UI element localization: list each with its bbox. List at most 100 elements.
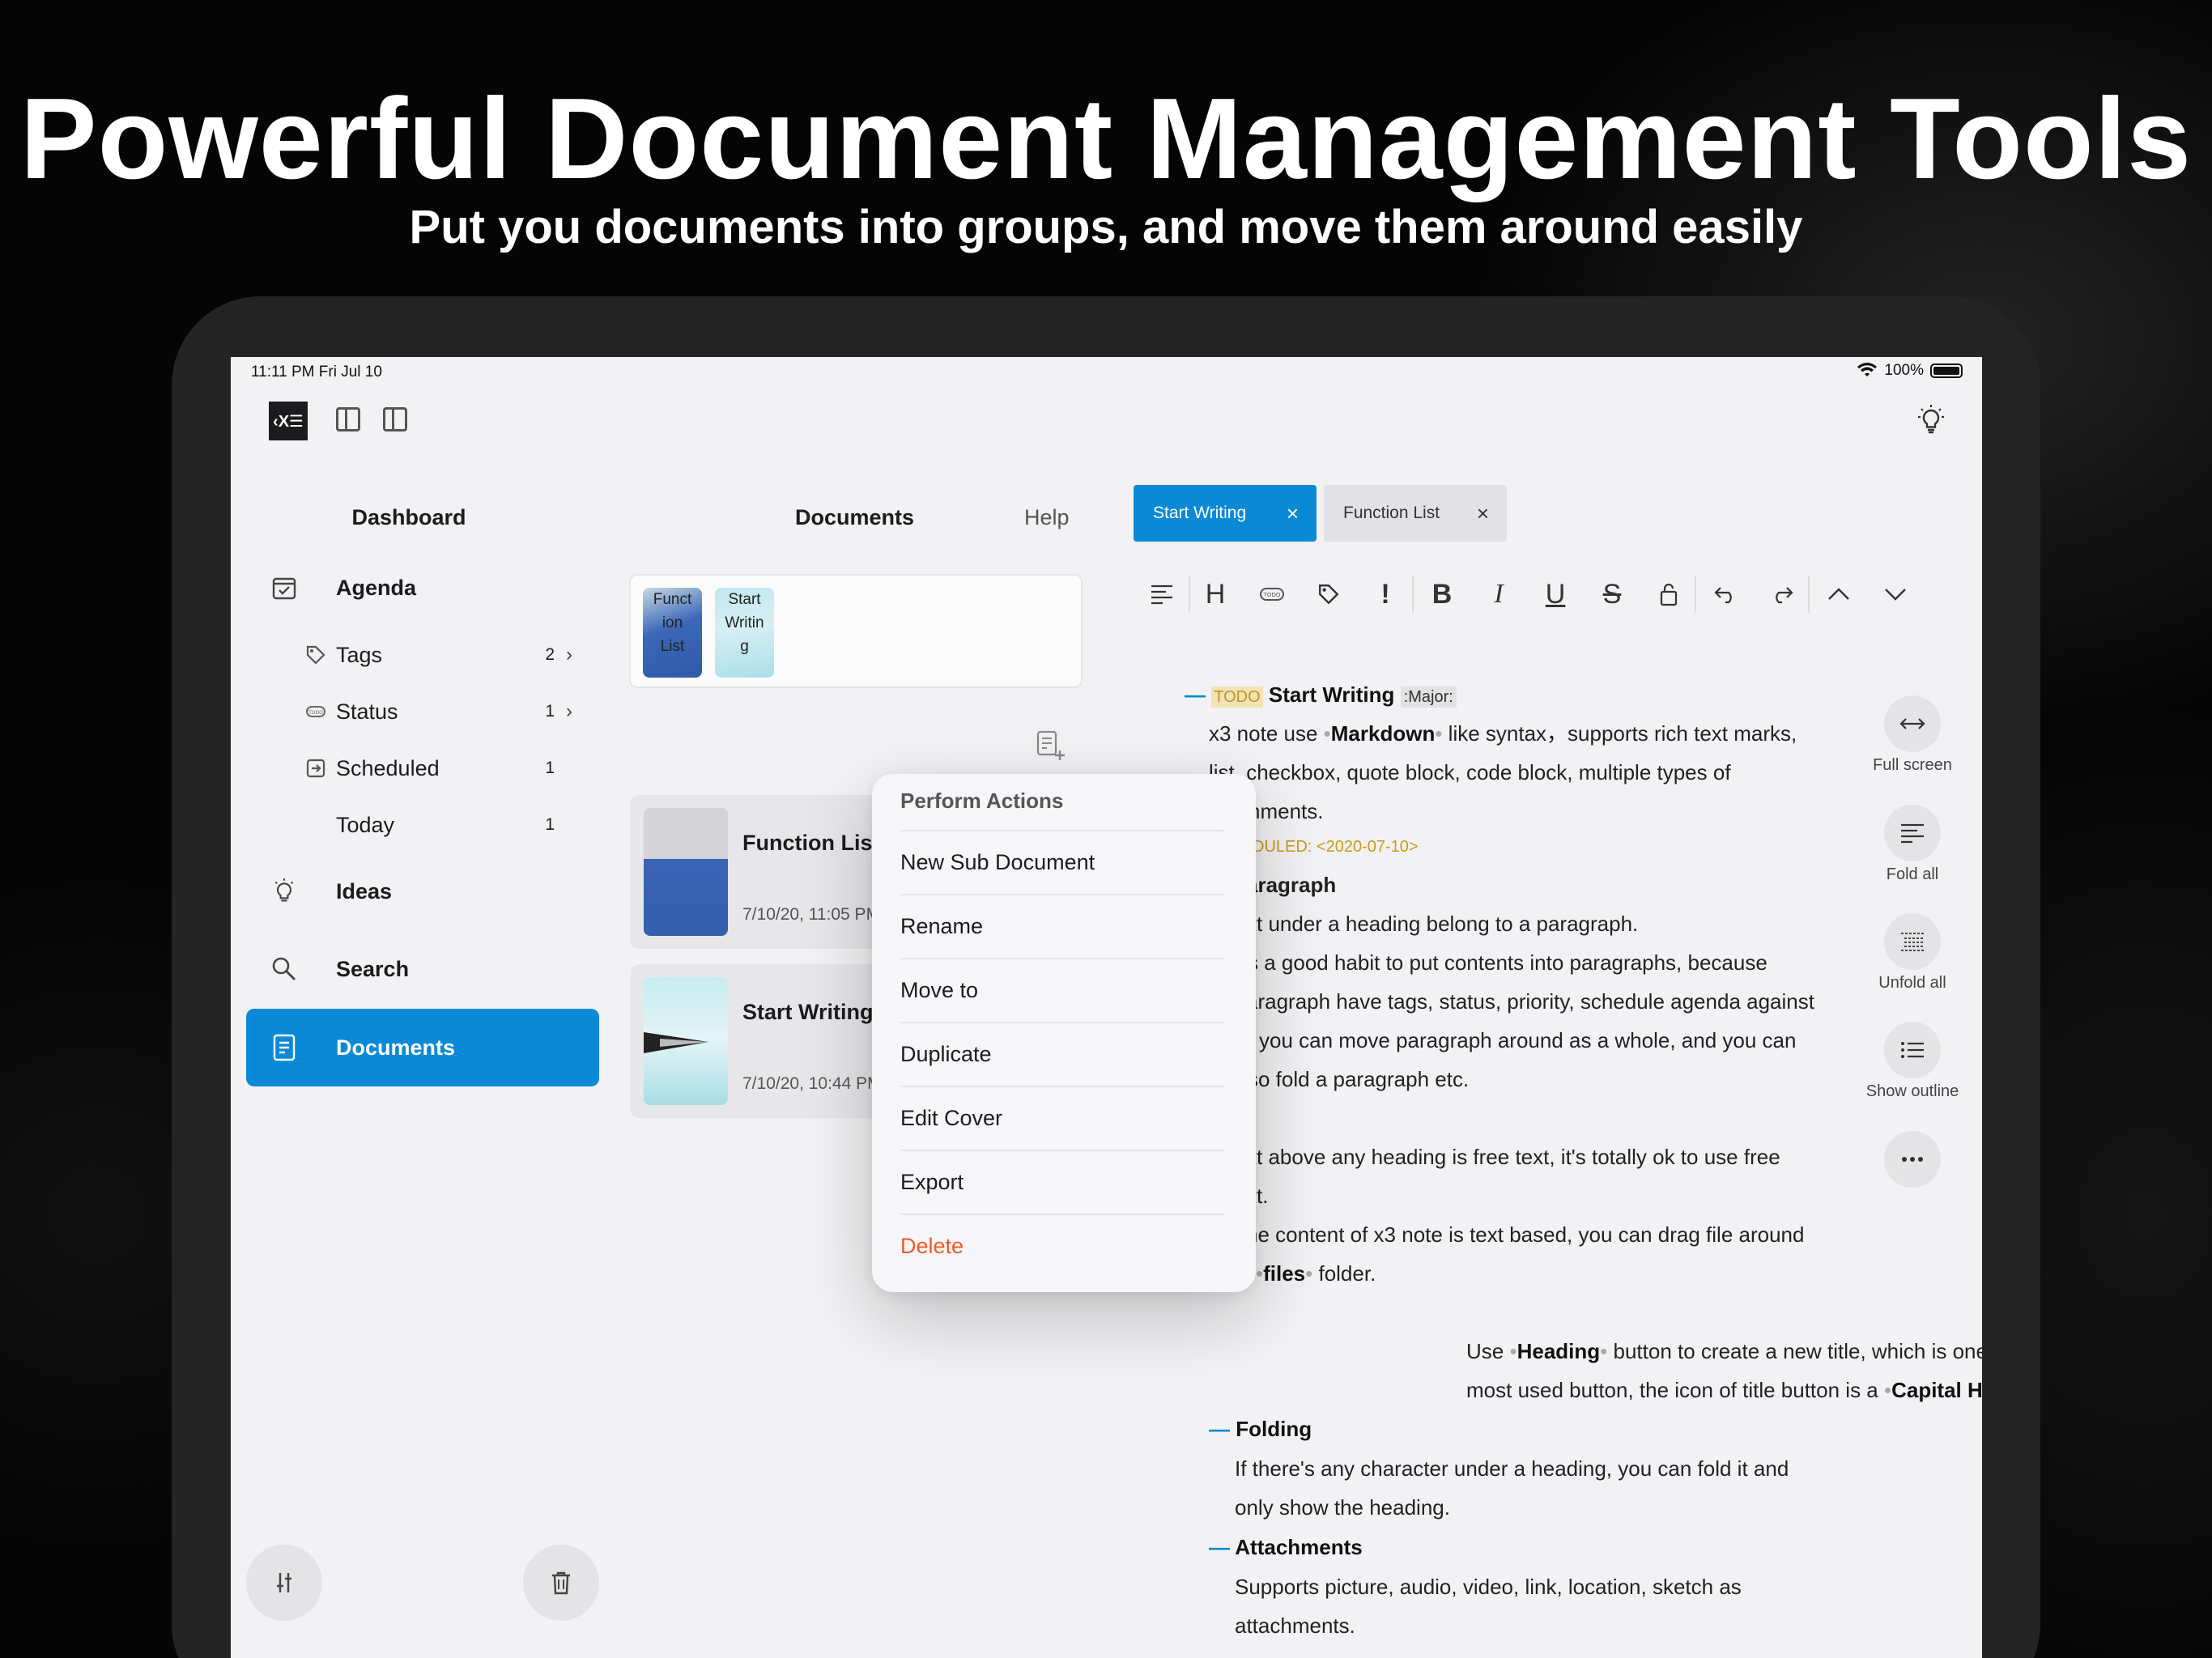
document-icon <box>270 1033 299 1062</box>
app-screen: 11:11 PM Fri Jul 10 100% ‹X☰ Dashboard A… <box>231 357 1982 1658</box>
sidebar-item-search[interactable]: Search <box>255 945 603 993</box>
bold-text: Capital H <box>1891 1378 1982 1402</box>
sidebar-item-documents[interactable]: Documents <box>246 1009 599 1086</box>
bold-icon[interactable]: B <box>1426 574 1458 614</box>
text: like syntax，supports rich text marks, <box>1442 721 1797 746</box>
unfold-all-button[interactable] <box>1884 913 1941 970</box>
editor-line: x3 note use •Markdown• like syntax，suppo… <box>1209 721 1797 746</box>
heading-icon[interactable]: H <box>1199 574 1231 614</box>
mini-label-line: Start <box>728 591 761 608</box>
wifi-icon <box>1857 363 1878 376</box>
settings-sliders-button[interactable] <box>246 1545 322 1621</box>
menu-item-rename[interactable]: Rename <box>900 894 1224 957</box>
menu-item-new-sub-document[interactable]: New Sub Document <box>900 830 1224 893</box>
svg-text:TODO: TODO <box>1263 592 1281 598</box>
heading-text: Start Writing <box>1268 682 1395 707</box>
text: button to create a new title, which is o… <box>1613 1339 1982 1363</box>
scheduled-line: DULED: <2020-07-10> <box>1253 827 1419 866</box>
lightbulb-icon[interactable] <box>1917 404 1945 435</box>
documents-title[interactable]: Documents <box>795 505 914 530</box>
close-icon[interactable]: × <box>1287 501 1299 526</box>
sidebar-item-ideas[interactable]: Ideas <box>255 867 603 916</box>
text: x3 note use <box>1209 721 1324 746</box>
mini-label-line: List <box>660 638 685 655</box>
italic-icon[interactable]: I <box>1482 574 1515 614</box>
document-cover <box>644 977 728 1105</box>
editor-heading-line[interactable]: — Folding <box>1209 1409 1312 1448</box>
menu-item-delete[interactable]: Delete <box>900 1214 1224 1277</box>
sidebar-item-label: Documents <box>336 1035 456 1060</box>
sidebar-item-label: Agenda <box>336 575 417 600</box>
tab-function-list[interactable]: Function List × <box>1324 485 1507 542</box>
add-document-icon[interactable] <box>1035 729 1067 762</box>
chevron-right-icon: › <box>566 700 572 722</box>
mini-label-line: Writin <box>725 614 764 631</box>
sidebar-item-status[interactable]: TODO Status 1 › <box>304 691 595 732</box>
sidebar-toggle-icon[interactable] <box>336 407 360 432</box>
paragraph-heading: aragraph <box>1246 873 1337 897</box>
down-icon[interactable] <box>1879 574 1912 614</box>
status-indicators: 100% <box>1857 362 1963 380</box>
list-icon <box>1901 1042 1924 1058</box>
close-icon[interactable]: × <box>1477 501 1489 526</box>
editor-line: you can move paragraph around as a whole… <box>1259 1028 1797 1052</box>
menu-item-move-to[interactable]: Move to <box>900 958 1224 1021</box>
priority-icon[interactable]: ! <box>1369 574 1402 614</box>
date-text: 2020-07-10 <box>1325 838 1409 856</box>
up-icon[interactable] <box>1823 574 1855 614</box>
full-screen-button[interactable] <box>1884 695 1941 752</box>
marketing-headline: Powerful Document Management Tools <box>19 74 2193 203</box>
toolbar-divider <box>1695 576 1696 613</box>
show-outline-button[interactable] <box>1884 1022 1941 1078</box>
strike-icon[interactable]: S <box>1596 574 1628 614</box>
undo-icon[interactable] <box>1709 574 1742 614</box>
align-icon[interactable] <box>1146 574 1178 614</box>
mini-cover-start-writing[interactable]: Start Writin g <box>715 588 774 678</box>
redo-icon[interactable] <box>1766 574 1798 614</box>
lightbulb-icon <box>270 877 299 906</box>
more-button[interactable] <box>1884 1131 1941 1188</box>
fold-marker: — <box>1209 1535 1236 1559</box>
menu-item-edit-cover[interactable]: Edit Cover <box>900 1086 1224 1149</box>
tab-start-writing[interactable]: Start Writing × <box>1134 485 1317 542</box>
tab-label: Function List <box>1343 504 1440 522</box>
full-screen-label: Full screen <box>1873 756 1952 774</box>
help-tab[interactable]: Help <box>1024 505 1070 530</box>
editor-line: only show the heading. <box>1235 1495 1450 1520</box>
todo-icon[interactable]: TODO <box>1256 574 1288 614</box>
editor-line: s a good habit to put contents into para… <box>1248 950 1767 975</box>
sidebar-item-agenda[interactable]: Agenda <box>255 563 603 612</box>
sidebar-item-scheduled[interactable]: Scheduled 1 <box>304 748 595 789</box>
sidebar-item-label: Status <box>336 699 398 724</box>
text: Use <box>1466 1339 1510 1363</box>
recent-documents-strip: Funct ion List Start Writin g <box>629 574 1083 688</box>
editor-heading-line[interactable]: — Attachments <box>1209 1528 1363 1567</box>
unfold-lines-icon <box>1901 933 1924 951</box>
sidebar-item-label: Today <box>336 812 395 837</box>
panel-toggle-icon[interactable] <box>383 407 407 432</box>
fold-lines-icon <box>1901 823 1924 844</box>
editor-line: xt under a heading belong to a paragraph… <box>1246 912 1639 936</box>
tab-label: Start Writing <box>1153 504 1247 522</box>
fold-all-button[interactable] <box>1884 805 1941 861</box>
mini-cover-function-list[interactable]: Funct ion List <box>643 588 702 678</box>
underline-icon[interactable]: U <box>1539 574 1572 614</box>
todo-tag: TODO <box>1211 687 1263 708</box>
text: DULED: < <box>1253 838 1326 856</box>
trash-icon <box>552 1571 570 1595</box>
app-logo[interactable]: ‹X☰ <box>269 402 308 440</box>
editor-heading-line[interactable]: — TODO Start Writing :Major: <box>1185 675 1457 716</box>
battery-percent: 100% <box>1884 362 1924 379</box>
menu-item-export[interactable]: Export <box>900 1150 1224 1213</box>
status-time: 11:11 PM Fri Jul 10 <box>251 363 382 380</box>
editor-line: If there's any character under a heading… <box>1235 1456 1789 1481</box>
dashboard-title[interactable]: Dashboard <box>312 505 506 530</box>
mini-label-line: g <box>740 638 749 655</box>
sidebar-item-today[interactable]: Today 1 <box>304 805 595 845</box>
show-outline-label: Show outline <box>1865 1082 1959 1100</box>
tag-icon[interactable] <box>1312 574 1345 614</box>
lock-icon[interactable] <box>1653 574 1685 614</box>
sidebar-item-tags[interactable]: Tags 2 › <box>304 635 595 675</box>
trash-button[interactable] <box>523 1545 599 1621</box>
menu-item-duplicate[interactable]: Duplicate <box>900 1022 1224 1085</box>
